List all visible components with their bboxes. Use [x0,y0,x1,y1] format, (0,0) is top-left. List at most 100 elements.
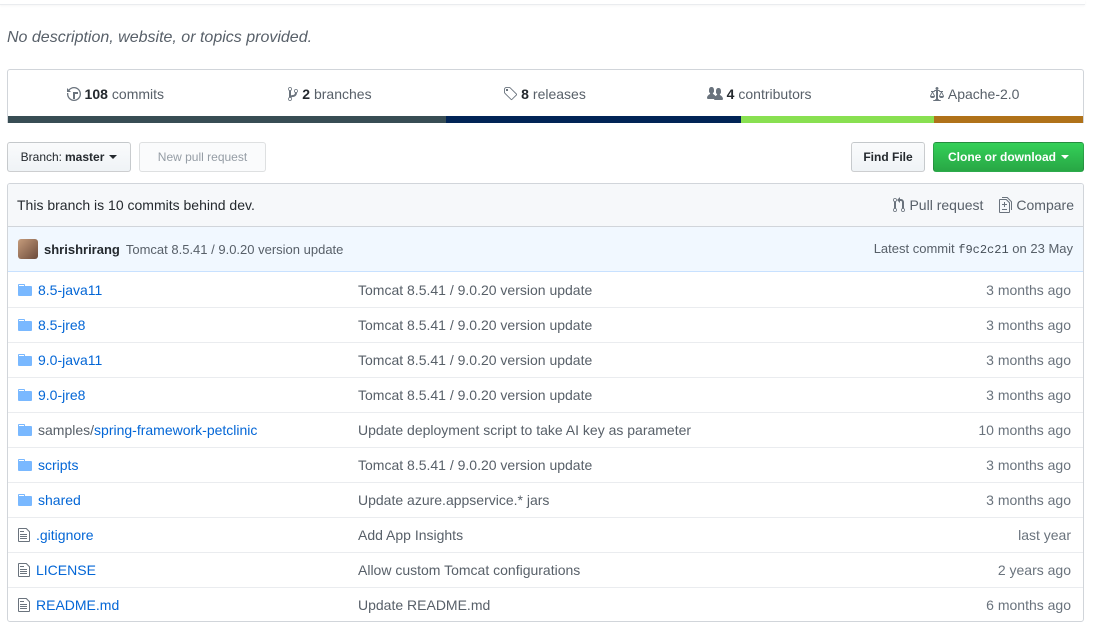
file-row: 8.5-java11 Tomcat 8.5.41 / 9.0.20 version… [8,272,1083,307]
file-name: 9.0-java11 [38,352,103,368]
file-name: spring-framework-petclinic [94,422,258,438]
language-bar[interactable] [8,116,1083,123]
file-row: samples/spring-framework-petclinic Update… [8,412,1083,447]
file-commit-message[interactable]: Tomcat 8.5.41 / 9.0.20 version update [358,352,592,368]
file-commit-message[interactable]: Add App Insights [358,527,463,543]
repo-summary: 108 commits 2 branches 8 releases 4 cont… [7,69,1084,123]
file-row: 8.5-jre8 Tomcat 8.5.41 / 9.0.20 version u… [8,307,1083,342]
file-name: 9.0-jre8 [38,387,86,403]
branch-icon [288,86,299,101]
file-list: 8.5-java11 Tomcat 8.5.41 / 9.0.20 version… [8,272,1083,621]
folder-icon [18,319,32,331]
folder-icon [18,424,32,436]
folder-icon [18,494,32,506]
file-age: 3 months ago [986,352,1071,368]
tag-icon [504,86,518,100]
file-age: last year [1018,527,1071,543]
branch-status-message: This branch is 10 commits behind dev. [17,197,255,213]
file-commit-message[interactable]: Tomcat 8.5.41 / 9.0.20 version update [358,387,592,403]
file-name: 8.5-java11 [38,281,103,298]
file-commit-message[interactable]: Tomcat 8.5.41 / 9.0.20 version update [358,457,592,473]
file-name-link[interactable]: .gitignore [36,527,94,543]
new-pull-request-button[interactable]: New pull request [139,142,266,172]
folder-icon [18,354,32,366]
file-commit-message[interactable]: Tomcat 8.5.41 / 9.0.20 version update [358,282,592,298]
contributors-link[interactable]: 4 contributors [652,86,867,102]
commit-message[interactable]: Tomcat 8.5.41 / 9.0.20 version update [126,242,344,257]
file-commit-message[interactable]: Update deployment script to take AI key … [358,422,691,438]
file-row: 9.0-jre8 Tomcat 8.5.41 / 9.0.20 version u… [8,377,1083,412]
latest-commit-prefix: Latest commit [873,241,955,256]
file-age: 3 months ago [986,492,1071,508]
repo-description: No description, website, or topics provi… [7,29,313,46]
branches-label: branches [313,85,372,102]
language-segment-powershell [445,116,742,123]
file-name: LICENSE [36,562,96,578]
file-age: 2 years ago [997,562,1071,578]
license-link[interactable]: Apache-2.0 [866,86,1083,102]
caret-down-icon [1061,155,1069,159]
file-row: LICENSE Allow custom Tomcat configuration… [8,552,1083,587]
branch-select-button[interactable]: Branch: master [7,142,131,172]
commits-label: commits [111,85,165,102]
git-pull-request-icon [893,197,906,212]
file-name-prefix: samples/ [38,422,95,438]
folder-icon [18,389,32,401]
commit-author[interactable]: shrishrirang [44,242,120,257]
file-icon [18,528,30,542]
file-commit-message[interactable]: Tomcat 8.5.41 / 9.0.20 version update [358,317,592,333]
file-name-link[interactable]: 9.0-jre8 [38,387,85,403]
file-name: 8.5-jre8 [38,317,86,333]
law-icon [929,86,944,101]
file-browser: This branch is 10 commits behind dev. Pu… [7,183,1084,622]
file-row: shared Update azure.appservice.* jars 3 mo… [8,482,1083,517]
compare-link[interactable]: Compare [999,197,1074,213]
file-row: 9.0-java11 Tomcat 8.5.41 / 9.0.20 version… [8,342,1083,377]
license-label: Apache-2.0 [947,85,1020,102]
file-icon [18,598,30,612]
file-name-link[interactable]: 8.5-jre8 [38,317,85,333]
folder-icon [18,283,32,296]
file-commit-message[interactable]: Allow custom Tomcat configurations [358,562,580,578]
file-row: scripts Tomcat 8.5.41 / 9.0.20 version up… [8,447,1083,482]
commits-link[interactable]: 108 commits [8,86,223,102]
releases-label: releases [532,85,586,102]
file-diff-icon [999,197,1013,213]
file-name: shared [38,492,81,508]
file-name-link[interactable]: 9.0-java11 [38,352,102,368]
commit-date: on 23 May [1012,241,1073,256]
language-segment-java [933,116,1083,123]
branches-link[interactable]: 2 branches [223,86,438,102]
branches-count: 2 [302,85,310,102]
clone-or-download-button[interactable]: Clone or download [933,142,1084,172]
file-name-link[interactable]: samples/spring-framework-petclinic [38,422,257,438]
file-name: scripts [38,457,79,473]
file-name-link[interactable]: 8.5-java11 [38,282,102,298]
file-name-link[interactable]: LICENSE [36,562,96,578]
file-commit-message[interactable]: Update README.md [358,597,490,613]
file-row: README.md Update README.md 6 months ago [8,587,1083,621]
commits-count: 108 [84,85,108,102]
branch-name: master [65,150,105,164]
find-file-button[interactable]: Find File [851,142,925,172]
file-name-link[interactable]: scripts [38,457,78,473]
avatar[interactable] [18,239,38,259]
file-name-link[interactable]: shared [38,492,81,508]
file-row: .gitignore Add App Insights last year [8,517,1083,552]
file-icon [18,563,30,577]
latest-commit-bar: shrishrirang Tomcat 8.5.41 / 9.0.20 vers… [8,227,1083,272]
language-segment-shell [741,116,934,123]
file-name-link[interactable]: README.md [36,597,119,613]
pull-request-link[interactable]: Pull request [893,197,983,213]
file-name: .gitignore [36,527,94,543]
file-age: 3 months ago [986,281,1071,298]
file-name: README.md [36,597,120,613]
releases-link[interactable]: 8 releases [437,86,652,102]
branch-prefix: Branch: [20,150,62,164]
pull-request-label: Pull request [909,197,984,213]
folder-icon [18,459,32,471]
commit-sha[interactable]: f9c2c21 [958,243,1008,257]
people-icon [706,86,723,100]
history-icon [66,86,81,101]
file-commit-message[interactable]: Update azure.appservice.* jars [358,492,549,508]
